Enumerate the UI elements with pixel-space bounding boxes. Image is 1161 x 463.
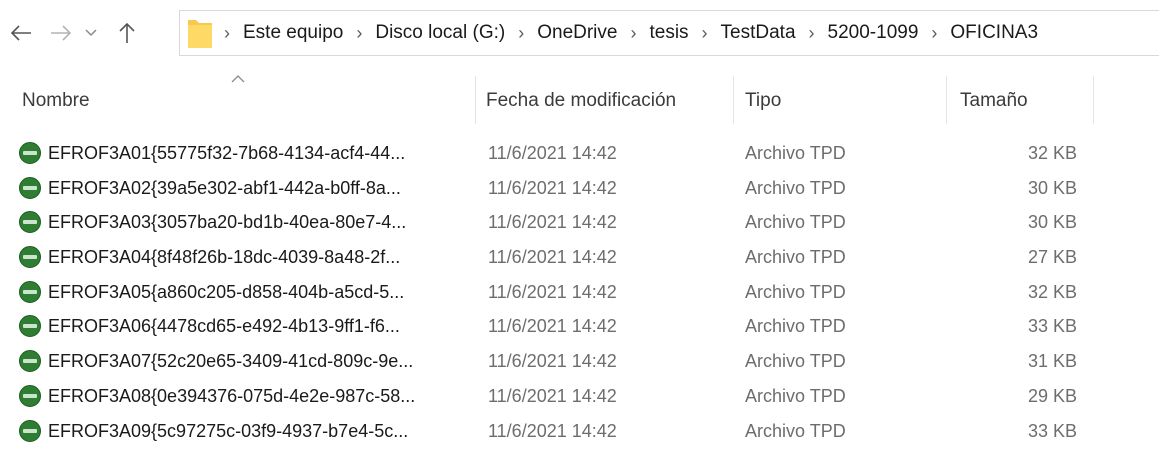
chevron-right-icon[interactable]: ›	[217, 23, 237, 43]
file-date: 11/6/2021 14:42	[488, 281, 617, 302]
back-button[interactable]	[4, 16, 38, 50]
file-date: 11/6/2021 14:42	[488, 177, 617, 198]
column-divider[interactable]	[946, 76, 947, 124]
file-name: EFROF3A09{5c97275c-03f9-4937-b7e4-5c...	[48, 420, 409, 441]
file-type: Archivo TPD	[745, 177, 846, 198]
tpd-file-icon	[19, 246, 41, 269]
file-list: EFROF3A01{55775f32-7b68-4134-acf4-44... 1…	[0, 136, 1161, 448]
breadcrumb-item[interactable]: 5200-1099	[822, 22, 925, 44]
tpd-file-icon	[19, 280, 41, 303]
chevron-right-icon[interactable]: ›	[695, 23, 715, 43]
file-size: 27 KB	[1027, 247, 1077, 268]
file-date: 11/6/2021 14:42	[488, 247, 617, 268]
forward-button[interactable]	[44, 16, 78, 50]
chevron-right-icon[interactable]: ›	[511, 23, 531, 43]
file-size: 32 KB	[1027, 143, 1077, 163]
column-size[interactable]: Tamaño	[960, 90, 1028, 112]
column-header: Nombre Fecha de modificación Tipo Tamaño	[0, 70, 1161, 126]
chevron-down-icon	[85, 29, 97, 37]
file-name: EFROF3A03{3057ba20-bd1b-40ea-80e7-4...	[48, 212, 407, 233]
file-row[interactable]: EFROF3A09{5c97275c-03f9-4937-b7e4-5c... 1…	[0, 414, 1161, 449]
breadcrumb-item[interactable]: Disco local (G:)	[369, 22, 511, 44]
file-date: 11/6/2021 14:42	[488, 316, 617, 337]
chevron-right-icon[interactable]: ›	[802, 23, 822, 43]
file-name: EFROF3A04{8f48f26b-18dc-4039-8a48-2f...	[48, 247, 401, 268]
breadcrumb-item[interactable]: tesis	[643, 22, 694, 44]
file-row[interactable]: EFROF3A03{3057ba20-bd1b-40ea-80e7-4... 11…	[0, 205, 1161, 240]
file-name: EFROF3A01{55775f32-7b68-4134-acf4-44...	[48, 143, 406, 163]
file-name: EFROF3A05{a860c205-d858-404b-a5cd-5...	[48, 281, 405, 302]
file-size: 30 KB	[1027, 212, 1077, 233]
file-type: Archivo TPD	[745, 212, 846, 233]
file-row[interactable]: EFROF3A06{4478cd65-e492-4b13-9ff1-f6... 1…	[0, 309, 1161, 344]
breadcrumb-item[interactable]: OFICINA3	[944, 22, 1044, 44]
tpd-file-icon	[19, 419, 41, 442]
breadcrumb-item[interactable]: TestData	[715, 22, 802, 44]
folder-icon	[188, 20, 212, 48]
column-name[interactable]: Nombre	[22, 90, 90, 112]
tpd-file-icon	[19, 176, 41, 199]
tpd-file-icon	[19, 211, 41, 234]
column-type[interactable]: Tipo	[745, 90, 781, 112]
file-size: 33 KB	[1027, 316, 1077, 337]
file-size: 30 KB	[1027, 177, 1077, 198]
file-row[interactable]: EFROF3A02{39a5e302-abf1-442a-b0ff-8a... 1…	[0, 171, 1161, 206]
file-explorer-window: › Este equipo › Disco local (G:) › OneDrive › t…	[0, 0, 1161, 463]
file-date: 11/6/2021 14:42	[488, 385, 617, 406]
chevron-right-icon[interactable]: ›	[349, 23, 369, 43]
column-date[interactable]: Fecha de modificación	[486, 90, 676, 112]
file-date: 11/6/2021 14:42	[488, 143, 617, 163]
file-date: 11/6/2021 14:42	[488, 212, 617, 233]
file-size: 32 KB	[1027, 281, 1077, 302]
file-type: Archivo TPD	[745, 281, 846, 302]
tpd-file-icon	[19, 384, 41, 407]
column-divider[interactable]	[1093, 76, 1094, 124]
file-name: EFROF3A08{0e394376-075d-4e2e-987c-58...	[48, 385, 416, 406]
navigation-bar: › Este equipo › Disco local (G:) › OneDrive › t…	[0, 0, 1161, 68]
file-row[interactable]: EFROF3A01{55775f32-7b68-4134-acf4-44... 1…	[0, 136, 1161, 171]
chevron-right-icon[interactable]: ›	[924, 23, 944, 43]
file-name: EFROF3A07{52c20e65-3409-41cd-809c-9e...	[48, 351, 414, 372]
tpd-file-icon	[19, 315, 41, 338]
file-type: Archivo TPD	[745, 316, 846, 337]
breadcrumb: › Este equipo › Disco local (G:) › OneDrive › t…	[217, 22, 1044, 44]
file-type: Archivo TPD	[745, 143, 846, 163]
sort-ascending-icon	[231, 75, 245, 83]
address-bar[interactable]: › Este equipo › Disco local (G:) › OneDrive › t…	[179, 10, 1159, 56]
file-type: Archivo TPD	[745, 420, 846, 441]
recent-locations-button[interactable]	[80, 16, 102, 50]
chevron-right-icon[interactable]: ›	[623, 23, 643, 43]
file-type: Archivo TPD	[745, 385, 846, 406]
file-date: 11/6/2021 14:42	[488, 420, 617, 441]
file-name: EFROF3A06{4478cd65-e492-4b13-9ff1-f6...	[48, 316, 400, 337]
up-button[interactable]	[108, 16, 146, 50]
breadcrumb-item[interactable]: Este equipo	[237, 22, 349, 44]
tpd-file-icon	[19, 142, 41, 164]
column-divider[interactable]	[475, 76, 476, 124]
file-size: 33 KB	[1027, 420, 1077, 441]
file-name: EFROF3A02{39a5e302-abf1-442a-b0ff-8a...	[48, 177, 401, 198]
file-date: 11/6/2021 14:42	[488, 351, 617, 372]
file-row[interactable]: EFROF3A08{0e394376-075d-4e2e-987c-58... 1…	[0, 379, 1161, 414]
file-row[interactable]: EFROF3A04{8f48f26b-18dc-4039-8a48-2f... 1…	[0, 240, 1161, 275]
tpd-file-icon	[19, 350, 41, 373]
file-row[interactable]: EFROF3A07{52c20e65-3409-41cd-809c-9e... 1…	[0, 344, 1161, 379]
file-type: Archivo TPD	[745, 351, 846, 372]
arrow-left-icon	[10, 25, 31, 41]
column-divider[interactable]	[733, 76, 734, 124]
breadcrumb-item[interactable]: OneDrive	[531, 22, 623, 44]
arrow-up-icon	[119, 22, 135, 43]
file-size: 29 KB	[1027, 385, 1077, 406]
arrow-right-icon	[51, 25, 72, 41]
file-size: 31 KB	[1027, 351, 1077, 372]
file-type: Archivo TPD	[745, 247, 846, 268]
file-row[interactable]: EFROF3A05{a860c205-d858-404b-a5cd-5... 11…	[0, 275, 1161, 310]
